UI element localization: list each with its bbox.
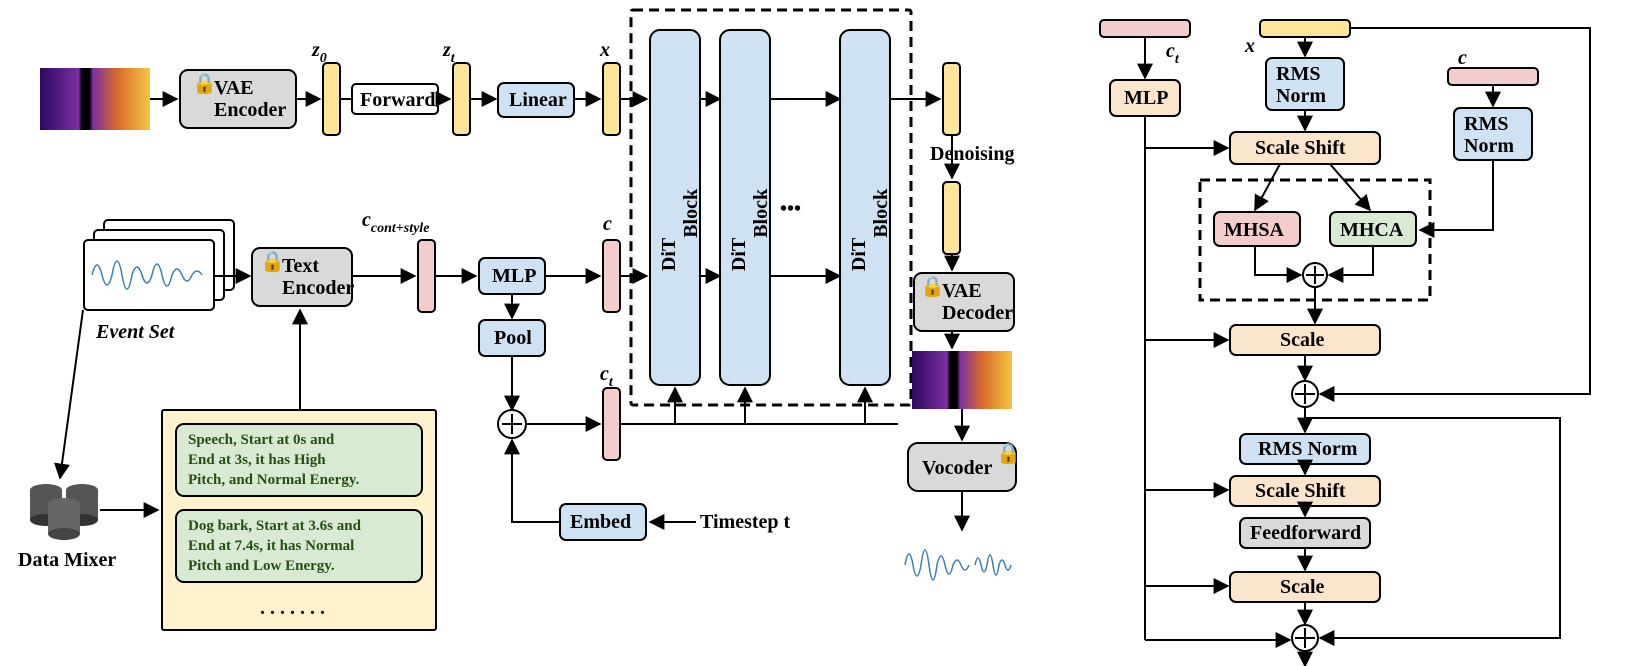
svg-text:End at 7.4s, it has Normal: End at 7.4s, it has Normal <box>188 538 354 554</box>
svg-text:Speech, Start at 0s and: Speech, Start at 0s and <box>188 432 335 448</box>
waveform-output <box>905 550 1011 580</box>
event-set-label: Event Set <box>95 321 176 343</box>
arrow <box>512 440 560 522</box>
vocoder-label: Vocoder <box>922 457 992 479</box>
svg-text:MHSA: MHSA <box>1224 219 1285 241</box>
svg-text:x: x <box>1244 35 1255 57</box>
svg-text:Scale: Scale <box>1280 329 1325 351</box>
zt-label: zt <box>442 39 456 66</box>
svg-text:RMSNorm: RMSNorm <box>1464 113 1514 157</box>
output-token <box>943 63 960 135</box>
svg-text:Feedforward: Feedforward <box>1250 522 1361 544</box>
ccont-label: ccont+style <box>362 209 429 236</box>
x-token-right <box>1260 20 1350 37</box>
timestep-label: Timestep t <box>700 511 791 533</box>
x-label: x <box>599 39 610 61</box>
dit-block-2: DiTBlock <box>720 30 772 385</box>
dit-detail: ct x c MLP RMSNorm RMSNorm Scale Shift M… <box>1100 20 1590 666</box>
spectrogram-input <box>40 68 150 130</box>
zt-token <box>453 63 470 135</box>
svg-text:MLP: MLP <box>1124 87 1168 109</box>
embed-label: Embed <box>570 511 631 533</box>
ct-label: ct <box>600 363 614 390</box>
svg-text:RMS Norm: RMS Norm <box>1258 438 1358 460</box>
ellipsis-icon: ••• <box>780 198 801 220</box>
spectrogram-output <box>912 351 1012 409</box>
prompt-2: Dog bark, Start at 3.6s and End at 7.4s,… <box>176 510 422 582</box>
svg-text:ct: ct <box>1166 40 1180 67</box>
dit-block-3: DiTBlock <box>840 30 892 385</box>
z0-token <box>323 63 340 135</box>
svg-text:RMSNorm: RMSNorm <box>1276 63 1326 107</box>
x-token <box>603 63 620 135</box>
prompt-1: Speech, Start at 0s and End at 3s, it ha… <box>176 424 422 496</box>
svg-text:MHCA: MHCA <box>1340 219 1404 241</box>
c-token-right <box>1448 68 1538 85</box>
svg-text:c: c <box>1458 47 1467 69</box>
svg-text:Pitch, and Normal Energy.: Pitch, and Normal Energy. <box>188 472 359 488</box>
ct-token-right <box>1100 20 1190 37</box>
svg-text:Pitch and Low Energy.: Pitch and Low Energy. <box>188 558 335 574</box>
ccont-token <box>418 240 435 312</box>
ct-token <box>603 388 620 460</box>
denoising-label: Denoising <box>930 143 1014 165</box>
svg-text:Dog bark, Start at 3.6s and: Dog bark, Start at 3.6s and <box>188 518 362 534</box>
data-mixer-label: Data Mixer <box>18 549 116 571</box>
c-token <box>603 240 620 312</box>
mlp-label: MLP <box>492 265 536 287</box>
event-set-stack <box>84 220 234 310</box>
diagram-svg: 🔒 VAEEncoder z0 Forward zt Linear x DiTB… <box>0 0 1636 666</box>
forward-label: Forward <box>360 89 436 111</box>
c-label: c <box>603 213 612 235</box>
data-mixer-icon <box>30 484 98 540</box>
lock-icon: 🔒 <box>996 443 1021 465</box>
prompt-ellipsis: . . . . . . . <box>260 597 325 619</box>
pool-label: Pool <box>494 327 532 349</box>
linear-label: Linear <box>509 89 567 111</box>
dit-block-1: DiTBlock <box>650 30 702 385</box>
svg-text:Scale: Scale <box>1280 576 1325 598</box>
denoised-token <box>943 182 960 254</box>
z0-label: z0 <box>311 39 327 66</box>
arrow <box>60 310 83 478</box>
svg-text:End at 3s, it has High: End at 3s, it has High <box>188 452 326 468</box>
svg-text:Scale Shift: Scale Shift <box>1255 137 1346 159</box>
svg-text:Scale Shift: Scale Shift <box>1255 480 1346 502</box>
